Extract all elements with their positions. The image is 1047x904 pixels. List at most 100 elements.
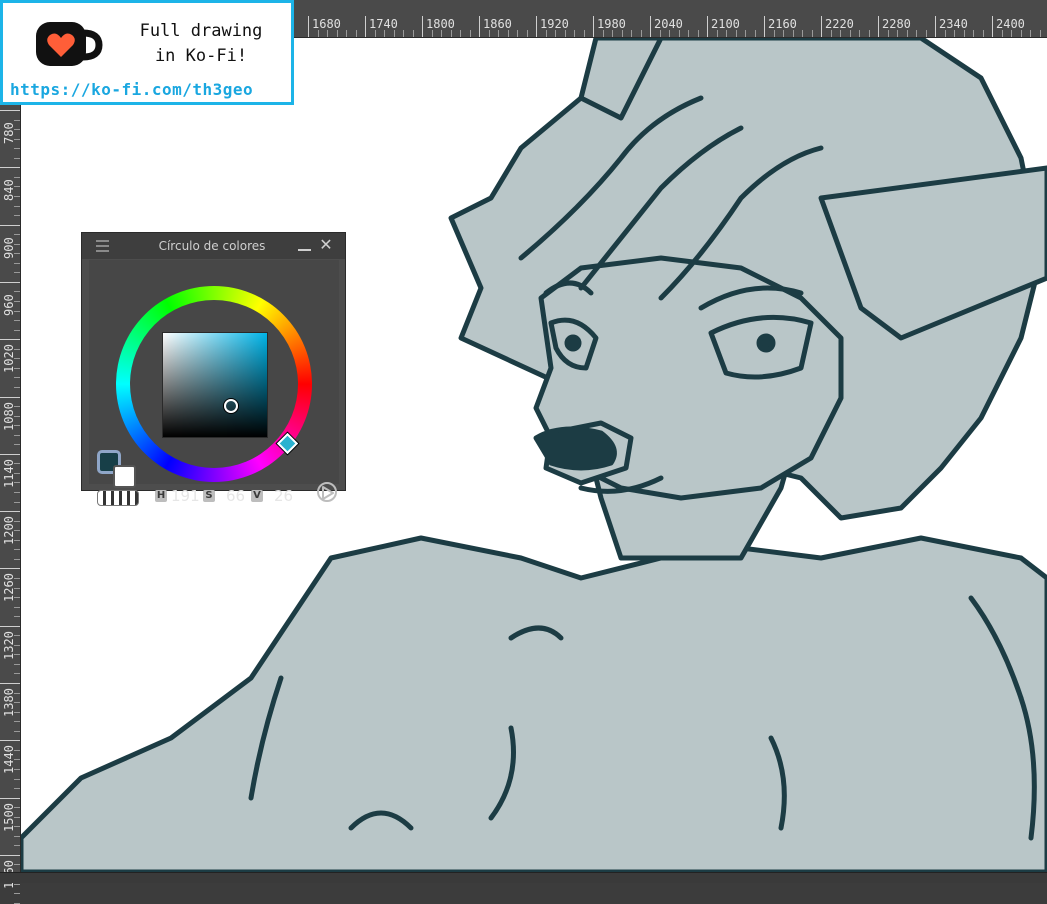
ruler-minor-tick: [14, 205, 20, 207]
ruler-major-tick: [707, 16, 708, 37]
ruler-minor-tick: [14, 845, 20, 847]
ruler-label-y: 900: [2, 236, 16, 259]
kofi-banner[interactable]: Full drawing in Ko-Fi! https://ko-fi.com…: [0, 0, 294, 105]
ruler-label-y: 1500: [2, 802, 16, 832]
ruler-minor-tick: [906, 30, 908, 37]
ruler-minor-tick: [526, 30, 528, 37]
ruler-minor-tick: [678, 30, 680, 37]
ruler-minor-tick: [621, 30, 623, 37]
panel-titlebar[interactable]: Círculo de colores ✕: [82, 233, 345, 259]
minimize-icon[interactable]: [298, 237, 312, 253]
panel-menu-icon[interactable]: [96, 240, 109, 252]
ruler-minor-tick: [887, 30, 889, 37]
play-button[interactable]: [317, 482, 337, 502]
ruler-label-x: 2340: [939, 17, 968, 31]
ruler-minor-tick: [631, 30, 632, 37]
ruler-minor-tick: [14, 119, 20, 121]
ruler-minor-tick: [336, 30, 338, 37]
ruler-minor-tick: [754, 30, 756, 37]
ruler-label-x: 1680: [312, 17, 341, 31]
kofi-url-link[interactable]: https://ko-fi.com/th3geo: [10, 80, 253, 99]
ruler-minor-tick: [327, 30, 328, 37]
ruler-major-tick: [479, 16, 480, 37]
ruler-minor-tick: [450, 30, 452, 37]
ruler-major-tick: [308, 16, 309, 37]
ruler-minor-tick: [1011, 30, 1012, 37]
ruler-minor-tick: [14, 616, 20, 618]
ruler-minor-tick: [745, 30, 746, 37]
ruler-minor-tick: [14, 434, 20, 436]
ruler-major-tick: [821, 16, 822, 37]
ruler-minor-tick: [716, 30, 718, 37]
ruler-minor-tick: [583, 30, 585, 37]
ruler-label-y: 840: [2, 179, 16, 202]
panel-title: Círculo de colores: [158, 239, 266, 253]
ruler-major-tick: [878, 16, 879, 37]
ruler-minor-tick: [14, 386, 20, 388]
ruler-minor-tick: [916, 30, 917, 37]
ruler-major-tick: [0, 396, 20, 398]
hue-value: 191: [171, 487, 200, 505]
ruler-label-x: 1920: [540, 17, 569, 31]
ruler-label-x: 2400: [996, 17, 1025, 31]
ruler-minor-tick: [564, 30, 566, 37]
ruler-minor-tick: [830, 30, 832, 37]
ruler-minor-tick: [14, 835, 20, 837]
background-color-swatch[interactable]: [113, 465, 136, 488]
ruler-major-tick: [0, 625, 20, 627]
ruler-major-tick: [935, 16, 936, 37]
ruler-major-tick: [0, 453, 20, 455]
ruler-label-x: 2160: [768, 17, 797, 31]
saturation-value: 66: [226, 487, 246, 505]
ruler-major-tick: [422, 16, 423, 37]
ruler-minor-tick: [897, 30, 898, 37]
close-icon[interactable]: ✕: [319, 237, 333, 253]
ruler-minor-tick: [14, 730, 20, 732]
ruler-label-x: 1980: [597, 17, 626, 31]
ruler-minor-tick: [555, 30, 556, 37]
ruler-minor-tick: [488, 30, 490, 37]
ruler-minor-tick: [14, 558, 20, 560]
color-wheel-panel: Círculo de colores ✕ H 191 S 66 V 26: [81, 232, 346, 506]
ruler-minor-tick: [403, 30, 404, 37]
ruler-minor-tick: [374, 30, 376, 37]
ruler-minor-tick: [14, 492, 20, 493]
value-value: 26: [274, 487, 294, 505]
ruler-minor-tick: [669, 30, 670, 37]
value-label-badge: V: [251, 490, 263, 502]
ruler-major-tick: [365, 16, 366, 37]
ruler-major-tick: [0, 339, 20, 341]
ruler-minor-tick: [602, 30, 604, 37]
ruler-major-tick: [0, 281, 20, 283]
ruler-minor-tick: [317, 30, 319, 37]
ruler-minor-tick: [431, 30, 433, 37]
saturation-value-square[interactable]: [162, 332, 268, 438]
ruler-label-x: 1800: [426, 17, 455, 31]
ruler-label-x: 2280: [882, 17, 911, 31]
ruler-minor-tick: [925, 30, 927, 37]
ruler-minor-tick: [792, 30, 794, 37]
ruler-major-tick: [0, 797, 20, 799]
ruler-minor-tick: [517, 30, 518, 37]
ruler-minor-tick: [1001, 30, 1003, 37]
ko-fi-cup-heart-icon: [36, 22, 103, 66]
status-bar: [0, 872, 1047, 883]
ruler-major-tick: [992, 16, 993, 37]
ruler-label-x: 1740: [369, 17, 398, 31]
ruler-label-x: 2100: [711, 17, 740, 31]
sv-cursor[interactable]: [224, 399, 238, 413]
ruler-minor-tick: [954, 30, 955, 37]
ruler-minor-tick: [659, 30, 661, 37]
ruler-minor-tick: [14, 501, 20, 503]
ruler-minor-tick: [688, 30, 689, 37]
kofi-line-1: Full drawing: [139, 21, 263, 41]
ruler-minor-tick: [773, 30, 775, 37]
ruler-minor-tick: [441, 30, 442, 37]
ruler-minor-tick: [14, 157, 20, 159]
ruler-label-y: 960: [2, 294, 16, 316]
ruler-major-tick: [0, 511, 20, 513]
kofi-line-2: in Ko-Fi!: [154, 46, 248, 66]
transparent-color-swatch[interactable]: [97, 490, 139, 506]
ruler-minor-tick: [973, 30, 974, 37]
ruler-minor-tick: [14, 329, 20, 331]
